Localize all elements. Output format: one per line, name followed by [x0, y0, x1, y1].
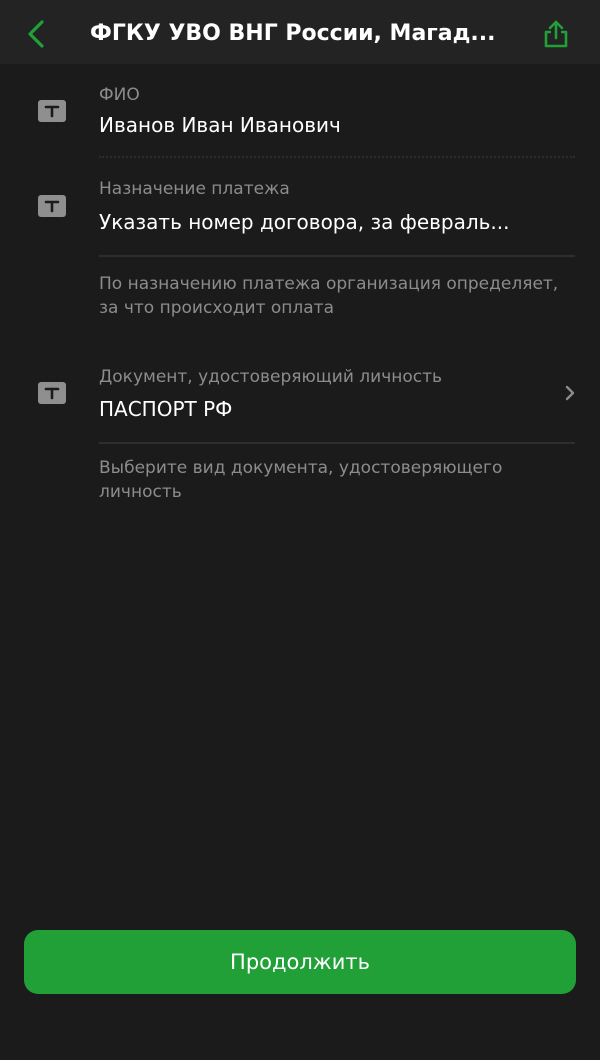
field-label: ФИО	[99, 85, 140, 105]
field-hint: По назначению платежа организация опреде…	[99, 274, 559, 318]
divider	[99, 156, 575, 158]
top-bar: ФГКУ УВО ВНГ России, Магад...	[0, 0, 600, 64]
chevron-right-icon[interactable]	[561, 383, 579, 403]
divider	[99, 442, 575, 444]
field-label: Документ, удостоверяющий личность	[99, 367, 443, 387]
payment-details-screen: ФГКУ УВО ВНГ России, Магад... ФИО Иванов…	[0, 0, 600, 1060]
chevron-left-icon	[28, 20, 44, 48]
continue-button[interactable]: Продолжить	[24, 930, 576, 994]
page-title: ФГКУ УВО ВНГ России, Магад...	[90, 21, 496, 46]
divider	[99, 255, 575, 257]
back-button[interactable]	[14, 12, 58, 56]
share-icon	[544, 20, 568, 48]
text-field-icon	[38, 100, 66, 122]
field-hint: Выберите вид документа, удостоверяющего …	[99, 458, 503, 502]
text-field-icon	[38, 382, 66, 404]
share-button[interactable]	[534, 12, 578, 56]
fio-input[interactable]: Иванов Иван Иванович	[99, 111, 549, 139]
text-field-icon	[38, 195, 66, 217]
document-type-select[interactable]: ПАСПОРТ РФ	[99, 395, 549, 423]
field-label: Назначение платежа	[99, 179, 290, 199]
payment-purpose-input[interactable]: Указать номер договора, за февраль...	[99, 208, 549, 236]
